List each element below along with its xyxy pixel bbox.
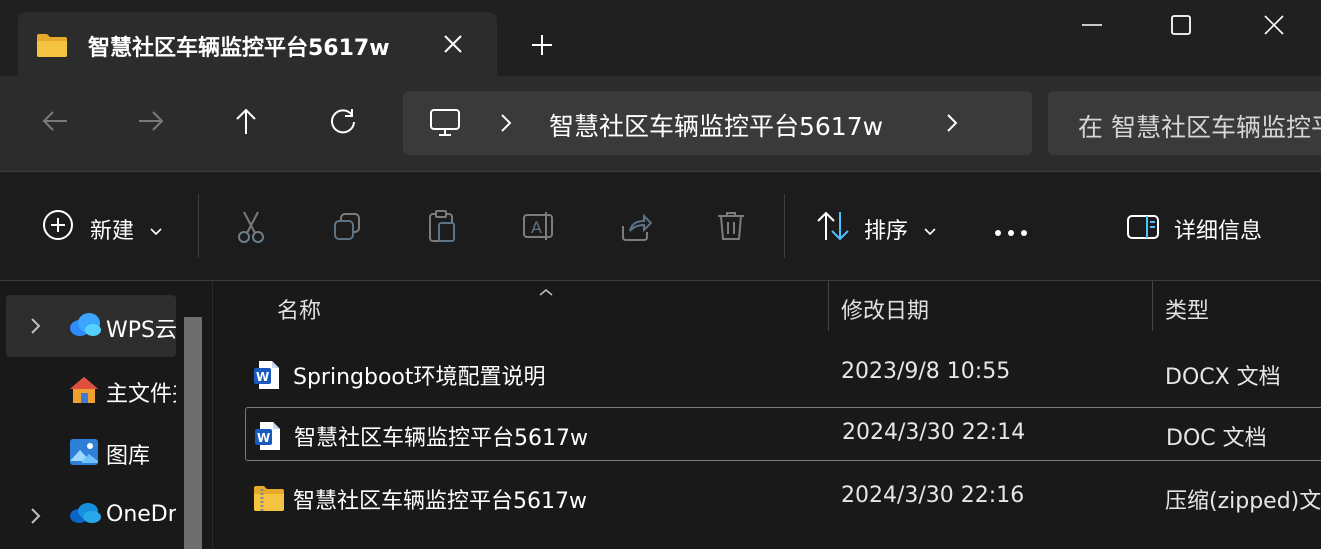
chevron-right-icon[interactable] (30, 507, 42, 529)
doc-icon: W (254, 421, 282, 455)
sidebar-scrollbar[interactable] (184, 317, 202, 549)
toolbar-separator (198, 194, 199, 258)
file-modified: 2024/3/30 22:14 (842, 420, 1026, 445)
sidebar-item-onedrive[interactable]: OneDrive (6, 485, 176, 547)
chevron-down-icon (924, 221, 936, 240)
chevron-right-icon[interactable] (499, 113, 513, 137)
file-modified: 2023/9/8 10:55 (841, 359, 1011, 384)
back-arrow-icon[interactable] (40, 106, 70, 136)
svg-text:W: W (256, 370, 269, 384)
refresh-icon[interactable] (328, 106, 358, 136)
active-tab[interactable]: 智慧社区车辆监控平台5617w (18, 12, 497, 76)
file-row[interactable]: W 智慧社区车辆监控平台5617w 2024/3/30 22:14 DOC 文档 (245, 407, 1321, 461)
forward-arrow-icon[interactable] (136, 106, 166, 136)
sidebar-item-wps-cloud[interactable]: WPS云盘 (6, 295, 176, 357)
more-options-icon[interactable] (994, 222, 1028, 241)
navigation-pane-viewport: WPS云盘 主文件夹 图库 OneD (0, 281, 176, 549)
toolbar-separator (784, 194, 785, 258)
file-name: 智慧社区车辆监控平台5617w (294, 426, 588, 451)
copy-icon[interactable] (332, 212, 362, 246)
plus-circle-icon (42, 209, 74, 245)
column-resize-handle[interactable] (1152, 281, 1153, 331)
share-icon[interactable] (620, 212, 653, 246)
sidebar-item-label: 主文件夹 (106, 382, 176, 407)
tab-title: 智慧社区车辆监控平台5617w (88, 36, 390, 61)
title-bar: 智慧社区车辆监控平台5617w (0, 0, 1321, 76)
navigation-bar: 智慧社区车辆监控平台5617w 在 智慧社区车辆监控平台5617w 中搜索 (0, 76, 1321, 172)
paste-icon[interactable] (427, 209, 457, 247)
details-pane-icon (1126, 214, 1160, 244)
sidebar-item-home[interactable]: 主文件夹 (6, 359, 176, 421)
maximize-icon[interactable] (1169, 13, 1193, 37)
column-resize-handle[interactable] (828, 281, 829, 331)
zip-folder-icon (253, 484, 285, 516)
delete-icon[interactable] (716, 210, 746, 246)
minimize-icon[interactable] (1080, 13, 1104, 37)
file-type: DOCX 文档 (1165, 365, 1281, 390)
cut-icon[interactable] (236, 210, 266, 248)
file-type: 压缩(zipped)文件夹 (1165, 489, 1321, 514)
sort-button-label: 排序 (864, 219, 909, 244)
wps-cloud-icon (68, 311, 102, 343)
file-row[interactable]: 智慧社区车辆监控平台5617w 2024/3/30 22:16 压缩(zippe… (245, 471, 1321, 525)
sidebar-item-label: 图库 (106, 444, 151, 469)
new-button-label: 新建 (90, 219, 135, 244)
svg-text:W: W (257, 431, 270, 445)
file-name: Springboot环境配置说明 (293, 365, 546, 390)
chevron-right-icon[interactable] (30, 317, 42, 339)
up-arrow-icon[interactable] (231, 106, 261, 136)
command-bar: 新建 A 排序 详细信息 (0, 172, 1321, 280)
this-pc-icon[interactable] (429, 108, 461, 142)
file-list: 名称 修改日期 类型 W Springboot环境配置说明 2023/9/8 1… (213, 281, 1321, 549)
navigation-pane: WPS云盘 主文件夹 图库 OneD (0, 281, 213, 549)
file-modified: 2024/3/30 22:16 (841, 483, 1025, 508)
rename-icon[interactable]: A (522, 210, 556, 246)
file-explorer-window: 智慧社区车辆监控平台5617w 智慧社区车辆监控平台5617w 在 智慧社区车辆… (0, 0, 1321, 549)
column-header-name[interactable]: 名称 (277, 293, 321, 325)
gallery-icon (68, 437, 100, 471)
chevron-down-icon (150, 221, 162, 240)
file-row[interactable]: W Springboot环境配置说明 2023/9/8 10:55 DOCX 文… (245, 347, 1321, 401)
folder-icon (36, 32, 68, 62)
new-tab-icon[interactable] (530, 33, 554, 57)
chevron-right-icon[interactable] (945, 113, 959, 137)
search-box[interactable]: 在 智慧社区车辆监控平台5617w 中搜索 (1048, 91, 1321, 155)
sidebar-item-label: WPS云盘 (106, 318, 176, 343)
details-pane-button[interactable]: 详细信息 (1126, 208, 1296, 248)
close-tab-icon[interactable] (442, 33, 464, 55)
new-button[interactable]: 新建 (40, 208, 170, 248)
file-type: DOC 文档 (1166, 426, 1267, 451)
home-icon (68, 375, 100, 409)
sort-arrows-icon (816, 210, 852, 246)
svg-text:A: A (531, 218, 542, 237)
docx-icon: W (253, 360, 281, 394)
sort-ascending-icon (539, 281, 553, 300)
file-name: 智慧社区车辆监控平台5617w (293, 489, 587, 514)
sidebar-item-gallery[interactable]: 图库 (6, 421, 176, 483)
details-button-label: 详细信息 (1174, 219, 1263, 244)
sort-button[interactable]: 排序 (814, 208, 944, 248)
address-bar[interactable]: 智慧社区车辆监控平台5617w (403, 91, 1032, 155)
column-header-modified[interactable]: 修改日期 (841, 293, 929, 325)
column-header-type[interactable]: 类型 (1165, 293, 1209, 325)
onedrive-icon (68, 501, 102, 529)
close-window-icon[interactable] (1262, 13, 1286, 37)
sidebar-item-label: OneDrive (106, 502, 176, 527)
search-input[interactable]: 在 智慧社区车辆监控平台5617w 中搜索 (1078, 108, 1321, 144)
breadcrumb-current-folder[interactable]: 智慧社区车辆监控平台5617w (549, 107, 883, 143)
